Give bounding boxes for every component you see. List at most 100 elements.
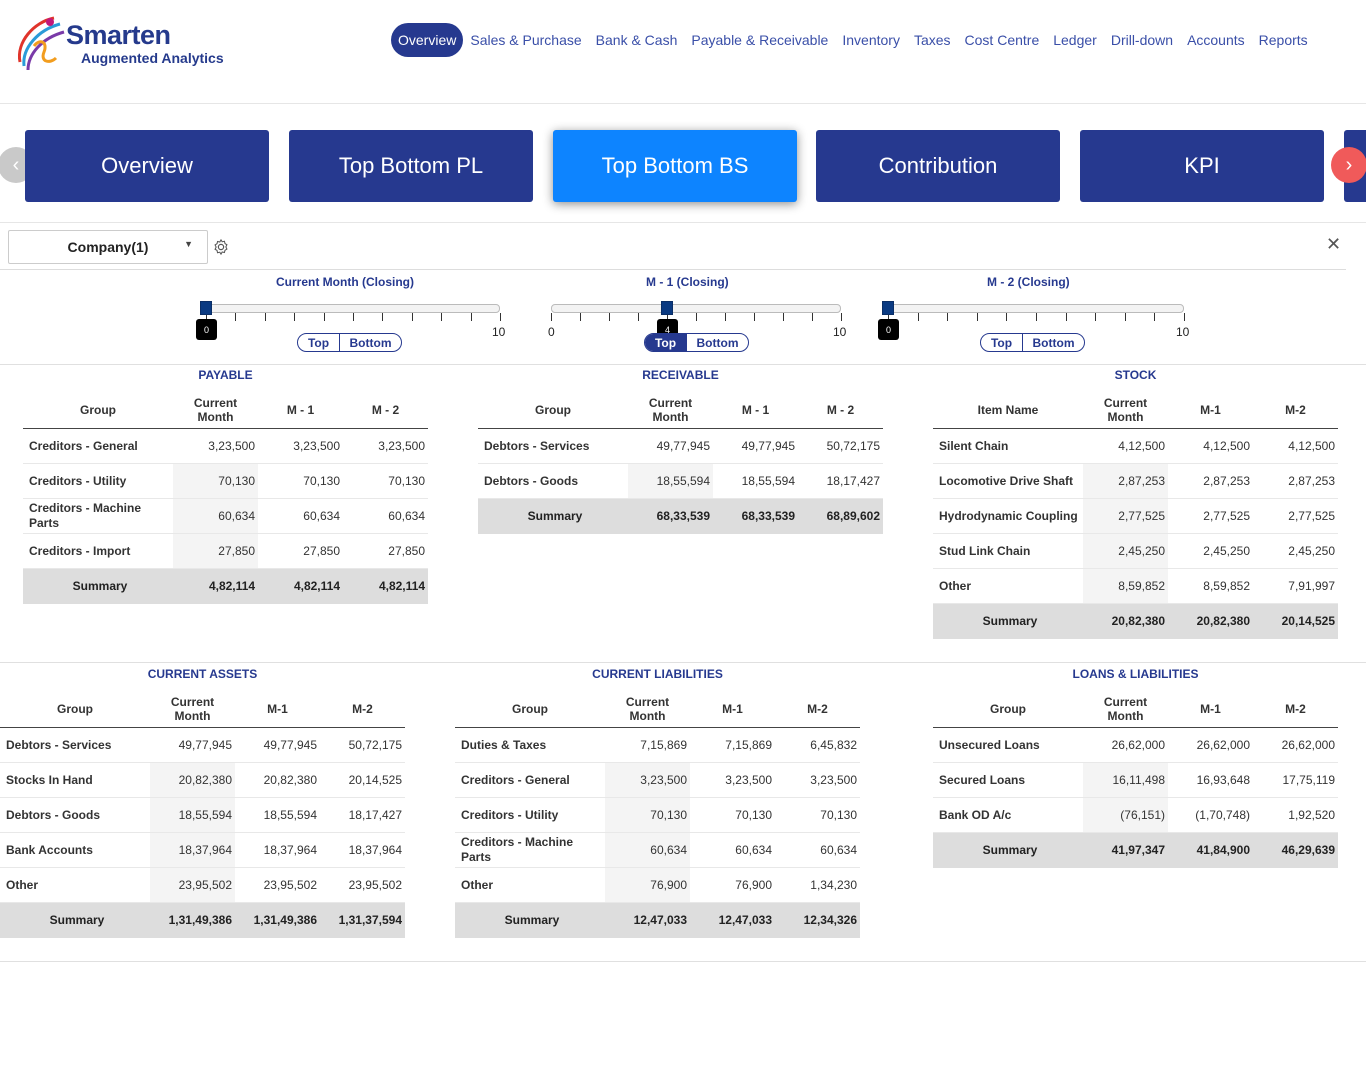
column-header[interactable]: M-2 xyxy=(1253,695,1338,728)
column-header[interactable]: Current Month xyxy=(1083,695,1168,728)
column-header[interactable]: M - 2 xyxy=(343,396,428,429)
tab-contribution[interactable]: Contribution xyxy=(816,130,1060,202)
table-row[interactable]: Bank Accounts 18,37,964 18,37,964 18,37,964 xyxy=(0,832,405,868)
value-cell: 2,45,250 xyxy=(1083,533,1168,569)
nav-item-accounts[interactable]: Accounts xyxy=(1187,23,1245,57)
table-row[interactable]: Stocks In Hand 20,82,380 20,82,380 20,14,52… xyxy=(0,762,405,798)
slider-value-badge: 0 xyxy=(196,319,217,340)
value-cell: 1,34,230 xyxy=(775,867,860,903)
table-header-row: Group Current Month M - 1M - 2 xyxy=(478,396,883,429)
summary-value: 46,29,639 xyxy=(1253,832,1338,868)
slider-handle[interactable] xyxy=(200,301,212,315)
nav-item-payable-receivable[interactable]: Payable & Receivable xyxy=(691,23,828,57)
tabs-next-button[interactable]: › xyxy=(1331,147,1366,183)
column-header[interactable]: M-1 xyxy=(1168,396,1253,429)
table-row[interactable]: Creditors - General 3,23,500 3,23,500 3,23,… xyxy=(455,762,860,798)
close-icon[interactable]: ✕ xyxy=(1326,234,1341,255)
table-row[interactable]: Creditors - Machine Parts 60,634 60,634 60,… xyxy=(455,832,860,868)
table-row[interactable]: Locomotive Drive Shaft 2,87,253 2,87,253 2,… xyxy=(933,463,1338,499)
bottom-toggle-button[interactable]: Bottom xyxy=(686,334,748,351)
company-filter-dropdown[interactable]: Company(1) ▼ xyxy=(8,230,208,264)
table-row[interactable]: Hydrodynamic Coupling 2,77,525 2,77,525 2,7… xyxy=(933,498,1338,534)
table-row[interactable]: Silent Chain 4,12,500 4,12,500 4,12,500 xyxy=(933,428,1338,464)
brand-logo[interactable]: Smarten Augmented Analytics xyxy=(14,12,244,74)
slider-handle[interactable] xyxy=(661,301,673,315)
stock-table: Item Name Current Month M-1 M-2 Silent Chain… xyxy=(933,396,1338,639)
column-header[interactable]: M - 1 xyxy=(258,396,343,429)
top-toggle-button[interactable]: Top xyxy=(981,334,1022,351)
column-header[interactable]: M-2 xyxy=(320,695,405,728)
value-cell: 26,62,000 xyxy=(1168,727,1253,763)
table-row[interactable]: Bank OD A/c (76,151) (1,70,748) 1,92,520 xyxy=(933,797,1338,833)
column-header[interactable]: Current Month xyxy=(605,695,690,728)
gear-icon[interactable] xyxy=(212,238,230,256)
tab-overview[interactable]: Overview xyxy=(25,130,269,202)
nav-item-ledger[interactable]: Ledger xyxy=(1053,23,1097,57)
row-label: Creditors - Import xyxy=(23,533,173,569)
slider-max-label: 10 xyxy=(833,325,847,339)
nav-item-overview[interactable]: Overview xyxy=(391,23,464,57)
summary-value: 1,31,49,386 xyxy=(150,902,235,938)
table-row[interactable]: Debtors - Services 49,77,945 49,77,945 50,7… xyxy=(0,727,405,763)
bottom-toggle-button[interactable]: Bottom xyxy=(1022,334,1084,351)
nav-item-sales-purchase[interactable]: Sales & Purchase xyxy=(470,23,581,57)
column-header[interactable]: Item Name xyxy=(933,396,1083,429)
table-row[interactable]: Secured Loans 16,11,498 16,93,648 17,75,119 xyxy=(933,762,1338,798)
table-row[interactable]: Debtors - Goods 18,55,594 18,55,594 18,17,4… xyxy=(478,463,883,499)
bottom-toggle-button[interactable]: Bottom xyxy=(339,334,401,351)
column-header[interactable]: Current Month xyxy=(1083,396,1168,429)
table-row[interactable]: Debtors - Services 49,77,945 49,77,945 50,7… xyxy=(478,428,883,464)
tab-top-bottom-pl[interactable]: Top Bottom PL xyxy=(289,130,533,202)
top-toggle-button[interactable]: Top xyxy=(298,334,339,351)
summary-row: Summary 68,33,539 68,33,539 68,89,602 xyxy=(478,498,883,534)
nav-item-drill-down[interactable]: Drill-down xyxy=(1111,23,1173,57)
slider-track[interactable] xyxy=(551,304,841,313)
top-toggle-button[interactable]: Top xyxy=(645,334,686,351)
table-row[interactable]: Other 76,900 76,900 1,34,230 xyxy=(455,867,860,903)
slider-track[interactable] xyxy=(888,304,1184,313)
column-header[interactable]: Group xyxy=(455,695,605,728)
nav-item-taxes[interactable]: Taxes xyxy=(914,23,951,57)
column-header[interactable]: Group xyxy=(478,396,628,429)
column-header[interactable]: M-1 xyxy=(690,695,775,728)
table-row[interactable]: Creditors - Utility 70,130 70,130 70,130 xyxy=(455,797,860,833)
column-header[interactable]: M - 2 xyxy=(798,396,883,429)
slider-handle[interactable] xyxy=(882,301,894,315)
table-row[interactable]: Duties & Taxes 7,15,869 7,15,869 6,45,832 xyxy=(455,727,860,763)
column-header[interactable]: Group xyxy=(0,695,150,728)
slider-tick xyxy=(1124,313,1126,321)
column-header[interactable]: M-2 xyxy=(775,695,860,728)
tab-kpi[interactable]: KPI xyxy=(1080,130,1324,202)
column-header[interactable]: M-2 xyxy=(1253,396,1338,429)
value-cell: 2,77,525 xyxy=(1168,498,1253,534)
nav-item-reports[interactable]: Reports xyxy=(1259,23,1308,57)
summary-value: 4,82,114 xyxy=(173,568,258,604)
table-row[interactable]: Unsecured Loans 26,62,000 26,62,000 26,62,0… xyxy=(933,727,1338,763)
table-row[interactable]: Creditors - Import 27,850 27,850 27,850 xyxy=(23,533,428,569)
column-header[interactable]: Group xyxy=(23,396,173,429)
table-row[interactable]: Creditors - Machine Parts 60,634 60,634 60,… xyxy=(23,498,428,534)
column-header[interactable]: M - 1 xyxy=(713,396,798,429)
slider-track[interactable] xyxy=(206,304,500,313)
table-row[interactable]: Other 23,95,502 23,95,502 23,95,502 xyxy=(0,867,405,903)
column-header[interactable]: Group xyxy=(933,695,1083,728)
table-row[interactable]: Other 8,59,852 8,59,852 7,91,997 xyxy=(933,568,1338,604)
column-header[interactable]: Current Month xyxy=(173,396,258,429)
table-row[interactable]: Debtors - Goods 18,55,594 18,55,594 18,17,4… xyxy=(0,797,405,833)
loans-title: LOANS & LIABILITIES xyxy=(1072,667,1199,681)
column-header[interactable]: M-1 xyxy=(1168,695,1253,728)
table-row[interactable]: Creditors - General 3,23,500 3,23,500 3,23,… xyxy=(23,428,428,464)
column-header[interactable]: M-1 xyxy=(235,695,320,728)
nav-item-bank-cash[interactable]: Bank & Cash xyxy=(596,23,678,57)
slider-tick xyxy=(841,313,842,321)
column-header[interactable]: Current Month xyxy=(628,396,713,429)
table-header-row: Group Current Month M-1 M-2 xyxy=(455,695,860,728)
row-label: Creditors - General xyxy=(455,762,605,798)
column-header[interactable]: Current Month xyxy=(150,695,235,728)
table-row[interactable]: Creditors - Utility 70,130 70,130 70,130 xyxy=(23,463,428,499)
tab-top-bottom-bs[interactable]: Top Bottom BS xyxy=(553,130,797,202)
nav-item-inventory[interactable]: Inventory xyxy=(842,23,900,57)
nav-item-cost-centre[interactable]: Cost Centre xyxy=(965,23,1040,57)
value-cell: 60,634 xyxy=(690,832,775,868)
table-row[interactable]: Stud Link Chain 2,45,250 2,45,250 2,45,250 xyxy=(933,533,1338,569)
